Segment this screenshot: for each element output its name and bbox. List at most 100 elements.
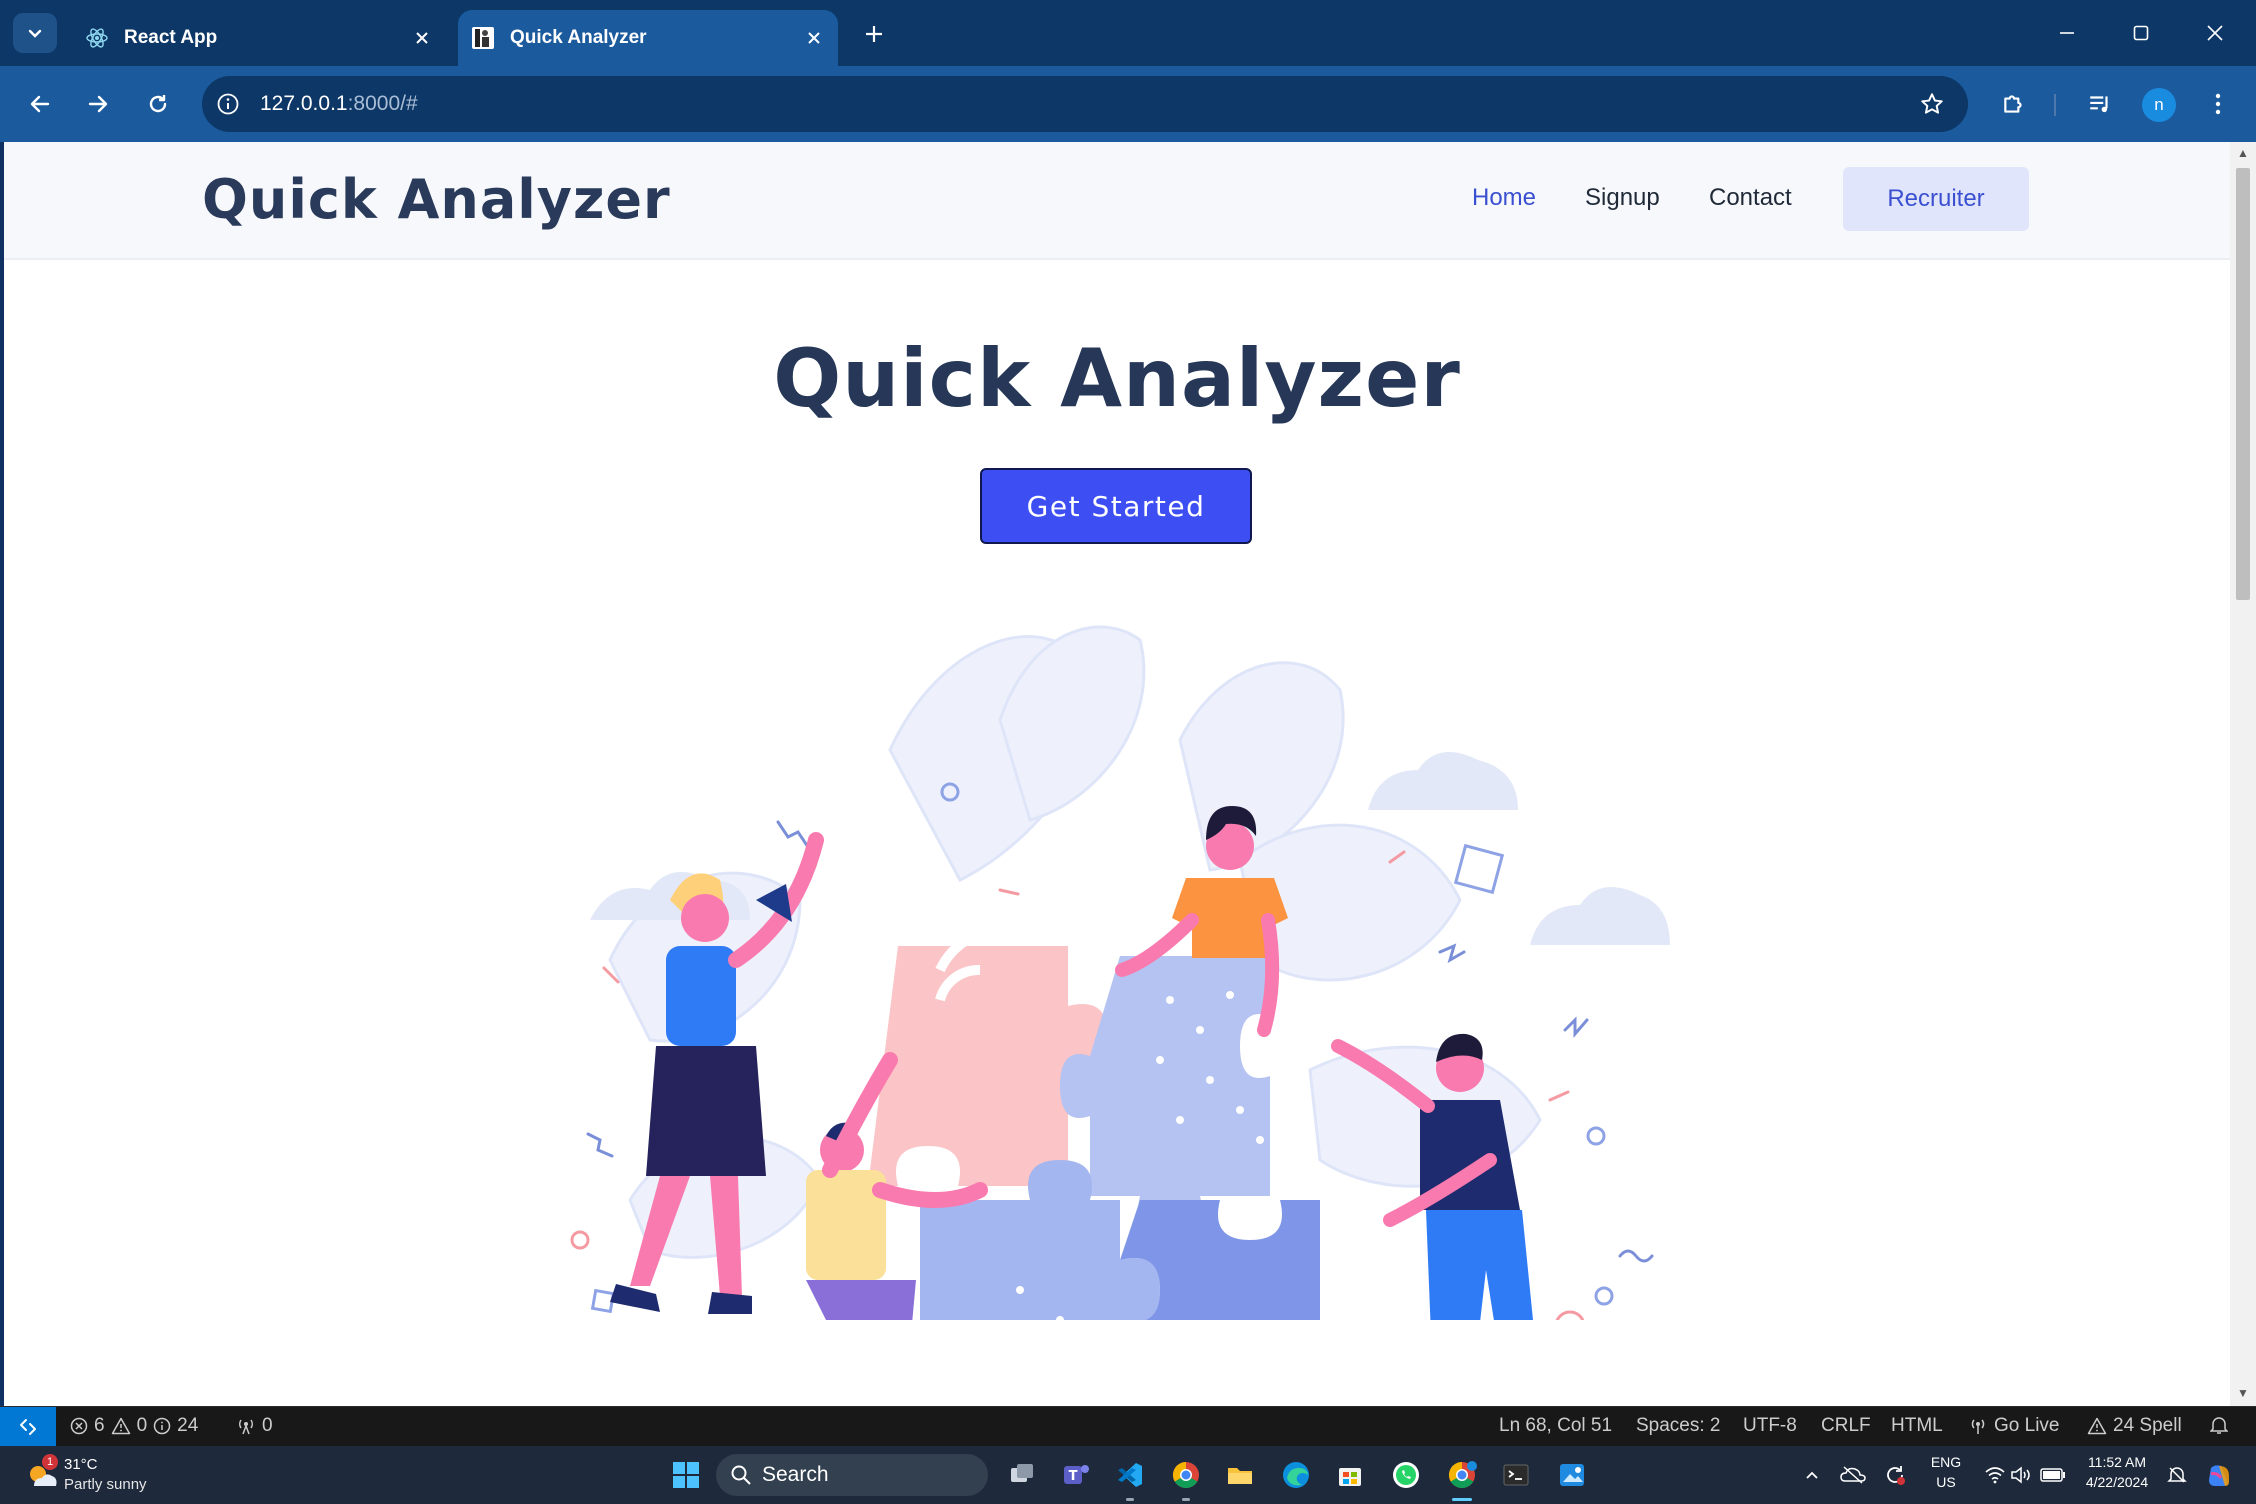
- reload-button[interactable]: [136, 84, 180, 124]
- maximize-icon: [2133, 25, 2149, 41]
- forward-button[interactable]: [76, 84, 120, 124]
- get-started-button[interactable]: Get Started: [980, 468, 1252, 544]
- volume-icon[interactable]: [2006, 1455, 2036, 1495]
- whatsapp-icon[interactable]: [1386, 1455, 1426, 1495]
- start-button[interactable]: [666, 1455, 706, 1495]
- arrow-left-icon: [30, 95, 50, 113]
- taskbar-search[interactable]: Search: [716, 1454, 988, 1496]
- spell-check-indicator[interactable]: 24 Spell: [2087, 1415, 2182, 1437]
- eol-setting[interactable]: CRLF: [1821, 1415, 1871, 1437]
- site-logo[interactable]: Quick Analyzer: [202, 168, 671, 231]
- plus-icon: [866, 26, 882, 42]
- url-path: :8000/#: [347, 92, 418, 115]
- chrome-profile-icon[interactable]: [1442, 1455, 1482, 1495]
- file-explorer-icon[interactable]: [1220, 1455, 1260, 1495]
- scroll-down-arrow-icon[interactable]: ▼: [2236, 1386, 2250, 1400]
- teams-icon[interactable]: T: [1056, 1455, 1096, 1495]
- minimize-icon: [2060, 32, 2074, 34]
- clock-time: 11:52 AM: [2087, 1454, 2147, 1470]
- encoding-setting[interactable]: UTF-8: [1743, 1415, 1797, 1437]
- editor-status-bar: 6 0 24 0 Ln 68, Col 51 Spaces: 2 UTF-8 C…: [0, 1406, 2256, 1447]
- input-language-indicator[interactable]: ENG US: [1926, 1454, 1966, 1490]
- url-text: 127.0.0.1:8000/#: [260, 92, 418, 116]
- scroll-up-arrow-icon[interactable]: ▲: [2236, 146, 2250, 160]
- weather-widget[interactable]: 1 31°C Partly sunny: [22, 1454, 182, 1498]
- store-icon[interactable]: [1330, 1455, 1370, 1495]
- tray-overflow-icon[interactable]: [1800, 1455, 1824, 1495]
- close-tab-icon[interactable]: [406, 22, 438, 54]
- recruiter-button[interactable]: Recruiter: [1843, 167, 2029, 231]
- profile-avatar[interactable]: n: [2142, 88, 2176, 122]
- notifications-bell-icon[interactable]: [2210, 1415, 2228, 1435]
- ports-indicator[interactable]: 0: [236, 1415, 273, 1437]
- toolbar-divider: [2054, 94, 2056, 116]
- nav-home-link[interactable]: Home: [1472, 184, 1536, 212]
- address-bar[interactable]: 127.0.0.1:8000/#: [202, 76, 1968, 132]
- page-scrollbar[interactable]: ▲ ▼: [2230, 142, 2256, 1406]
- tab-quick-analyzer[interactable]: Quick Analyzer: [458, 10, 838, 66]
- indentation-setting[interactable]: Spaces: 2: [1636, 1415, 1721, 1437]
- tab-search-button[interactable]: [13, 13, 57, 53]
- info-count: 24: [177, 1415, 199, 1436]
- weather-badge: 1: [42, 1454, 58, 1470]
- new-tab-button[interactable]: [856, 16, 892, 52]
- extensions-button[interactable]: [1994, 84, 2034, 124]
- hero-title: Quick Analyzer: [773, 332, 1461, 425]
- arrow-right-icon: [88, 95, 108, 113]
- nav-contact-link[interactable]: Contact: [1709, 184, 1792, 212]
- photos-icon[interactable]: [1552, 1455, 1592, 1495]
- task-view-icon[interactable]: [1002, 1455, 1042, 1495]
- bookmark-star-icon[interactable]: [1916, 88, 1948, 120]
- terminal-icon[interactable]: [1496, 1455, 1536, 1495]
- close-window-button[interactable]: [2190, 12, 2240, 54]
- person-icon: [470, 25, 496, 51]
- onedrive-icon[interactable]: [1838, 1455, 1868, 1495]
- tab-title: React App: [124, 27, 218, 48]
- search-icon: [731, 1465, 751, 1485]
- vscode-icon[interactable]: [1110, 1455, 1150, 1495]
- tab-strip: React App Quick Analyzer: [0, 0, 2256, 66]
- clock[interactable]: 11:52 AM 4/22/2024: [2074, 1454, 2160, 1490]
- playlist-icon: [2090, 96, 2108, 113]
- cursor-position[interactable]: Ln 68, Col 51: [1499, 1415, 1612, 1437]
- remote-indicator[interactable]: [0, 1407, 56, 1447]
- warning-count: 0: [136, 1415, 148, 1436]
- sync-icon[interactable]: [1880, 1455, 1910, 1495]
- maximize-button[interactable]: [2116, 12, 2166, 54]
- svg-text:T: T: [1069, 1469, 1078, 1484]
- info-icon: [153, 1417, 171, 1435]
- site-info-icon[interactable]: [214, 90, 242, 118]
- minimize-button[interactable]: [2042, 12, 2092, 54]
- chevron-down-icon: [28, 29, 42, 38]
- language-code: ENG: [1930, 1454, 1962, 1470]
- chrome-running-indicator: [1182, 1498, 1190, 1501]
- warning-icon: [2087, 1417, 2107, 1435]
- chrome-icon[interactable]: [1166, 1455, 1206, 1495]
- windows-taskbar: 1 31°C Partly sunny Search T ENG US 11:5…: [0, 1446, 2256, 1504]
- edge-icon[interactable]: [1276, 1455, 1316, 1495]
- back-button[interactable]: [18, 84, 62, 124]
- scroll-thumb[interactable]: [2236, 168, 2250, 600]
- spell-count: 24 Spell: [2113, 1415, 2182, 1436]
- url-host: 127.0.0.1: [260, 92, 348, 115]
- warning-icon: [111, 1417, 130, 1435]
- copilot-icon[interactable]: [2200, 1455, 2240, 1495]
- language-mode[interactable]: HTML: [1891, 1415, 1943, 1437]
- vscode-running-indicator: [1126, 1498, 1134, 1501]
- active-app-indicator: [1452, 1498, 1472, 1501]
- go-live-button[interactable]: Go Live: [1968, 1415, 2059, 1437]
- problems-indicator[interactable]: 6 0 24: [70, 1415, 198, 1437]
- nav-signup-link[interactable]: Signup: [1585, 184, 1660, 212]
- close-tab-icon[interactable]: [798, 22, 830, 54]
- browser-menu-button[interactable]: [2198, 84, 2238, 124]
- battery-icon[interactable]: [2036, 1455, 2070, 1495]
- browser-toolbar: 127.0.0.1:8000/# n: [0, 66, 2256, 142]
- error-icon: [70, 1417, 88, 1435]
- focus-assist-icon[interactable]: [2162, 1455, 2192, 1495]
- more-vertical-icon: [2215, 93, 2221, 115]
- media-control-button[interactable]: [2080, 84, 2120, 124]
- reload-icon: [149, 95, 167, 113]
- tab-react-app[interactable]: React App: [72, 10, 446, 66]
- puzzle-icon: [2004, 95, 2022, 113]
- team-puzzle-illustration: [570, 625, 1670, 1320]
